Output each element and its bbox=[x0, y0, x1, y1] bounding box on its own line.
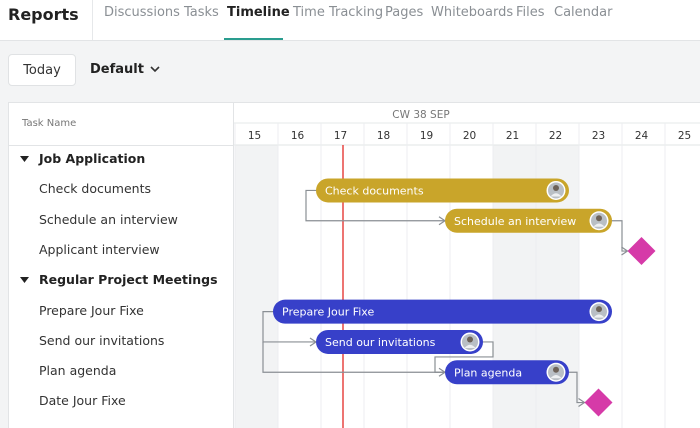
task-column-header: Task Name bbox=[9, 103, 233, 146]
chevron-down-icon bbox=[150, 66, 160, 73]
task-bar-label: Check documents bbox=[325, 184, 424, 197]
task-label: Applicant interview bbox=[39, 241, 160, 257]
task-label: Send our invitations bbox=[39, 332, 165, 348]
shaded-day-column bbox=[235, 145, 278, 428]
avatar-head bbox=[596, 215, 602, 222]
day-tick-label: 19 bbox=[420, 130, 433, 142]
tab-time-tracking[interactable]: Time Tracking bbox=[293, 5, 383, 20]
day-tick-label: 16 bbox=[291, 130, 305, 142]
task-row[interactable]: Applicant interview bbox=[9, 236, 233, 266]
top-navigation: Reports Discussions Tasks Timeline Time … bbox=[0, 0, 700, 41]
day-tick-label: 20 bbox=[463, 130, 476, 142]
tab-pages[interactable]: Pages bbox=[385, 5, 423, 20]
view-select[interactable]: Default bbox=[90, 54, 160, 86]
today-button[interactable]: Today bbox=[8, 54, 76, 86]
day-tick-label: 23 bbox=[592, 130, 605, 142]
day-tick-label: 24 bbox=[635, 130, 649, 142]
task-row[interactable]: Prepare Jour Fixe bbox=[9, 297, 233, 327]
tab-tasks[interactable]: Tasks bbox=[184, 5, 219, 20]
tab-calendar[interactable]: Calendar bbox=[554, 5, 612, 20]
task-group-row[interactable]: Regular Project Meetings bbox=[9, 266, 233, 296]
task-group-row[interactable]: Job Application bbox=[9, 145, 233, 175]
active-tab-indicator bbox=[224, 38, 283, 40]
tab-timeline[interactable]: Timeline bbox=[227, 5, 290, 20]
day-tick-label: 15 bbox=[248, 130, 261, 142]
task-bar-label: Send our invitations bbox=[325, 336, 436, 349]
task-label: Date Jour Fixe bbox=[39, 393, 126, 409]
caret-down-icon[interactable] bbox=[20, 156, 29, 162]
caret-down-icon[interactable] bbox=[20, 277, 29, 284]
week-label: CW 38 SEP bbox=[392, 109, 449, 121]
tab-whiteboards[interactable]: Whiteboards bbox=[431, 5, 513, 20]
task-row[interactable]: Check documents bbox=[9, 175, 233, 205]
day-tick-label: 25 bbox=[678, 130, 691, 142]
task-row[interactable]: Plan agenda bbox=[9, 357, 233, 387]
task-label: Prepare Jour Fixe bbox=[39, 302, 144, 318]
avatar-head bbox=[467, 336, 473, 343]
day-tick-label: 18 bbox=[377, 130, 390, 142]
day-tick-label: 21 bbox=[506, 130, 519, 142]
task-row[interactable]: Send our invitations bbox=[9, 327, 233, 357]
avatar-head bbox=[553, 184, 559, 191]
task-label: Schedule an interview bbox=[39, 211, 178, 227]
task-group-label: Job Application bbox=[39, 151, 146, 166]
task-column-header-label: Task Name bbox=[22, 118, 77, 129]
day-tick-label: 17 bbox=[334, 130, 347, 142]
tab-discussions[interactable]: Discussions bbox=[104, 5, 180, 20]
task-bar-label: Prepare Jour Fixe bbox=[282, 306, 374, 319]
gantt-chart: Task Name Job Application Check documents… bbox=[8, 102, 700, 428]
task-row[interactable]: Date Jour Fixe bbox=[9, 387, 233, 417]
milestone-diamond[interactable] bbox=[584, 388, 613, 417]
avatar-head bbox=[553, 366, 559, 373]
task-bar-label: Plan agenda bbox=[454, 366, 522, 379]
timeline-grid: CW 38 SEP 15 16 17 18 19 20 21 22 23 24 25 Check doc… bbox=[234, 109, 700, 428]
view-select-label: Default bbox=[90, 62, 144, 77]
task-label: Plan agenda bbox=[39, 363, 117, 379]
nav-divider bbox=[92, 0, 93, 40]
task-bar-label: Schedule an interview bbox=[454, 215, 576, 228]
milestone-diamond[interactable] bbox=[627, 237, 656, 266]
task-row[interactable]: Schedule an interview bbox=[9, 206, 233, 236]
app-title: Reports bbox=[8, 5, 79, 24]
day-tick-label: 22 bbox=[549, 130, 562, 142]
task-label: Check documents bbox=[39, 181, 152, 197]
tab-files[interactable]: Files bbox=[516, 5, 545, 20]
task-group-label: Regular Project Meetings bbox=[39, 272, 218, 288]
task-list: Task Name Job Application Check documents… bbox=[9, 103, 234, 428]
avatar-head bbox=[596, 306, 602, 313]
